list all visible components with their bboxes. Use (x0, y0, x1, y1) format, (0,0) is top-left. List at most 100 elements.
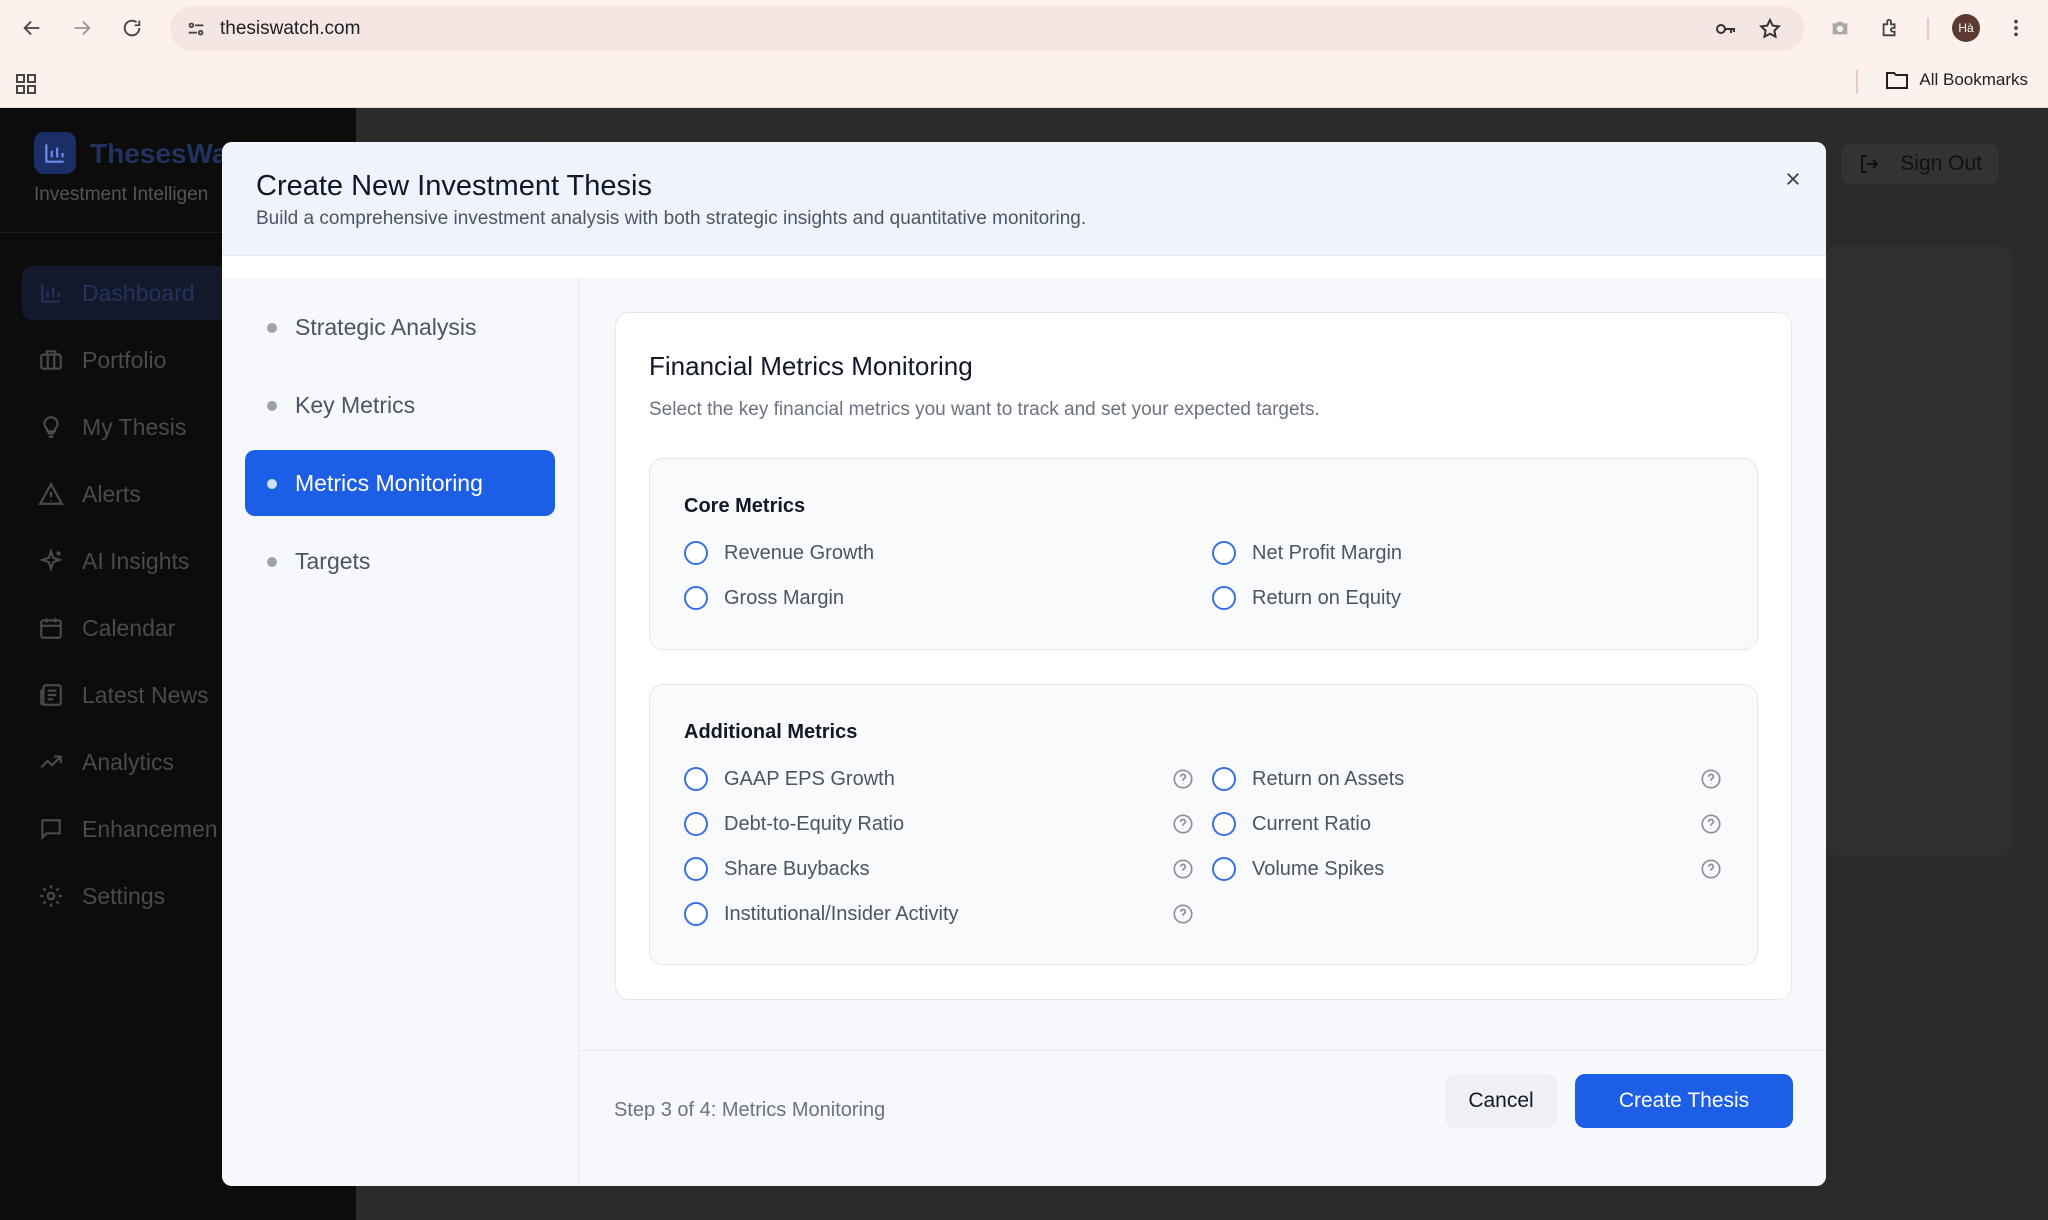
step-metrics-monitoring[interactable]: Metrics Monitoring (245, 450, 555, 516)
radio-button[interactable] (684, 812, 708, 836)
step-key-metrics[interactable]: Key Metrics (245, 372, 555, 438)
radio-button[interactable] (684, 902, 708, 926)
browser-chrome: thesiswatch.com Hà All Bookmarks (0, 0, 2048, 108)
step-label: Targets (295, 547, 371, 574)
step-label: Key Metrics (295, 391, 416, 418)
all-bookmarks-button[interactable]: All Bookmarks (1885, 70, 2028, 90)
sidebar-item-label: Alerts (82, 480, 141, 507)
help-circle-icon[interactable] (1172, 813, 1194, 835)
radio-button[interactable] (1212, 586, 1236, 610)
site-info-icon[interactable] (180, 13, 212, 45)
metric-net-profit-margin[interactable]: Net Profit Margin (1212, 541, 1402, 565)
metric-label: Return on Assets (1252, 767, 1405, 790)
metric-label: Return on Equity (1252, 586, 1401, 609)
radio-button[interactable] (684, 541, 708, 565)
metric-gaap-eps-growth[interactable]: GAAP EPS Growth (684, 767, 895, 791)
create-thesis-button[interactable]: Create Thesis (1575, 1074, 1793, 1128)
metric-label: Debt-to-Equity Ratio (724, 812, 905, 835)
extensions-icon[interactable] (1874, 12, 1906, 44)
alert-triangle-icon (38, 482, 64, 505)
password-key-icon[interactable] (1713, 16, 1739, 42)
additional-metrics-group: Additional Metrics GAAP EPS Growth Retur… (649, 684, 1758, 965)
metrics-card: Financial Metrics Monitoring Select the … (615, 312, 1792, 1000)
folder-icon (1886, 72, 1909, 89)
metric-gross-margin[interactable]: Gross Margin (684, 586, 844, 610)
message-square-icon (41, 819, 61, 841)
help-circle-icon[interactable] (1700, 768, 1722, 790)
help-circle-icon[interactable] (1172, 903, 1194, 925)
metric-institutional-insider-activity[interactable]: Institutional/Insider Activity (684, 902, 959, 926)
sidebar-item-label: Latest News (82, 681, 209, 708)
more-menu-icon[interactable] (2000, 12, 2032, 44)
metric-revenue-growth[interactable]: Revenue Growth (684, 541, 874, 565)
help-circle-icon[interactable] (1700, 858, 1722, 880)
modal-footer: Step 3 of 4: Metrics Monitoring Cancel C… (579, 1050, 1826, 1186)
apps-grid-icon[interactable] (14, 72, 38, 96)
sidebar-item-label: Calendar (82, 614, 176, 641)
reload-icon (123, 19, 141, 37)
sign-out-button[interactable]: Sign Out (1842, 144, 1998, 184)
help-circle-icon[interactable] (1172, 768, 1194, 790)
step-targets[interactable]: Targets (245, 528, 555, 594)
metric-label: Net Profit Margin (1252, 541, 1403, 564)
briefcase-icon (40, 350, 62, 370)
arrow-right-icon (74, 20, 91, 36)
step-label: Strategic Analysis (295, 313, 477, 340)
sidebar-item-label: Settings (82, 882, 166, 909)
metric-return-on-assets[interactable]: Return on Assets (1212, 767, 1404, 791)
url-text: thesiswatch.com (220, 18, 361, 39)
reload-button[interactable] (112, 12, 152, 44)
radio-button[interactable] (684, 586, 708, 610)
radio-button[interactable] (684, 857, 708, 881)
metric-label: Revenue Growth (724, 541, 875, 564)
step-dot (267, 323, 277, 333)
modal-subtitle: Build a comprehensive investment analysi… (256, 208, 1087, 229)
newspaper-icon (40, 684, 62, 706)
calendar-icon (40, 618, 62, 639)
sidebar-item-label: My Thesis (82, 413, 187, 440)
bookmark-star-icon[interactable] (1757, 16, 1783, 42)
core-metrics-title: Core Metrics (684, 495, 806, 517)
radio-button[interactable] (1212, 767, 1236, 791)
radio-button[interactable] (1212, 541, 1236, 565)
sidebar-item-label: Analytics (82, 748, 175, 775)
background-card (1826, 432, 2012, 856)
radio-button[interactable] (684, 767, 708, 791)
metric-volume-spikes[interactable]: Volume Spikes (1212, 857, 1384, 881)
forward-button[interactable] (62, 12, 102, 44)
metric-current-ratio[interactable]: Current Ratio (1212, 812, 1371, 836)
modal-title: Create New Investment Thesis (256, 170, 652, 202)
core-metrics-group: Core Metrics Revenue Growth Net Profit M… (649, 458, 1758, 650)
step-dot (267, 557, 277, 567)
sparkles-icon (38, 548, 64, 573)
modal-header: Create New Investment Thesis Build a com… (222, 142, 1826, 256)
sidebar-item-label: Portfolio (82, 346, 167, 373)
metric-share-buybacks[interactable]: Share Buybacks (684, 857, 870, 881)
radio-button[interactable] (1212, 812, 1236, 836)
step-content: Financial Metrics Monitoring Select the … (579, 278, 1826, 1186)
sidebar-item-label: AI Insights (82, 547, 190, 574)
bookmarks-separator (1856, 70, 1858, 94)
profile-avatar[interactable]: Hà (1952, 14, 1980, 42)
metric-label: Volume Spikes (1252, 857, 1385, 880)
metric-label: Share Buybacks (724, 857, 870, 880)
arrow-left-icon (23, 20, 40, 36)
metric-return-on-equity[interactable]: Return on Equity (1212, 586, 1401, 610)
back-button[interactable] (12, 12, 52, 44)
lightbulb-icon (43, 416, 59, 438)
metric-debt-to-equity-ratio[interactable]: Debt-to-Equity Ratio (684, 812, 904, 836)
address-bar[interactable]: thesiswatch.com (170, 6, 1804, 51)
camera-icon[interactable] (1824, 12, 1856, 44)
help-circle-icon[interactable] (1700, 813, 1722, 835)
sign-out-label: Sign Out (1900, 152, 1982, 175)
sidebar-item-label: Enhancemen (82, 815, 218, 842)
brand-name: ThesesWat (90, 138, 237, 169)
radio-button[interactable] (1212, 857, 1236, 881)
logout-icon (1861, 155, 1879, 173)
help-circle-icon[interactable] (1172, 858, 1194, 880)
cancel-button[interactable]: Cancel (1445, 1074, 1557, 1128)
step-strategic-analysis[interactable]: Strategic Analysis (245, 294, 555, 360)
all-bookmarks-label: All Bookmarks (1919, 70, 2028, 89)
close-button[interactable] (1778, 164, 1808, 194)
trending-up-icon (40, 755, 62, 769)
